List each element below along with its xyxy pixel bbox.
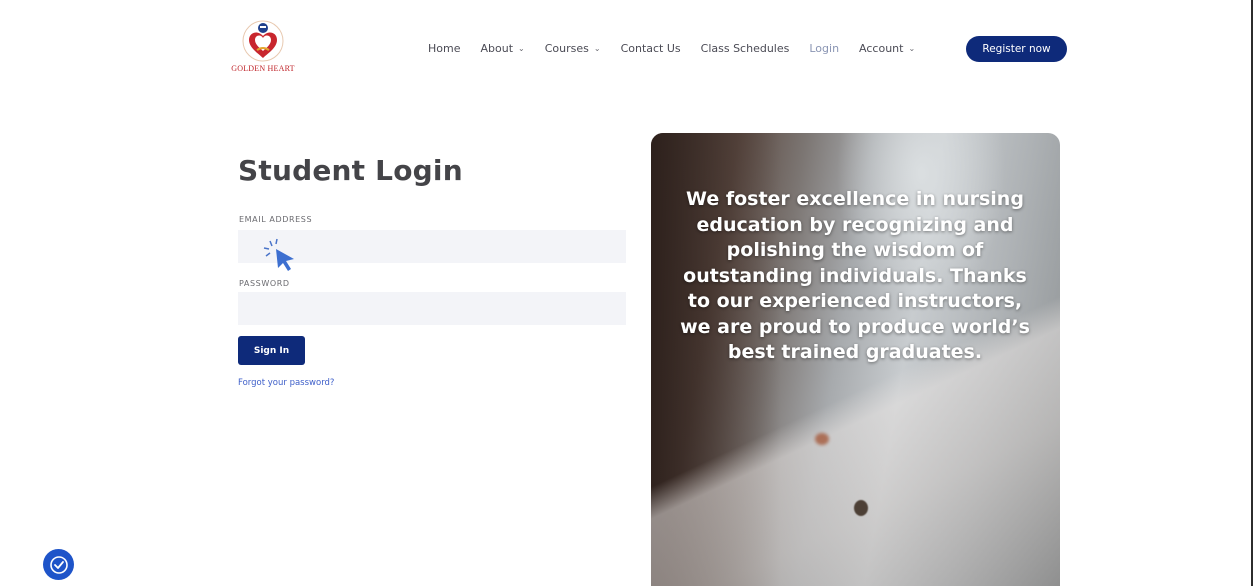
chevron-down-icon: ⌄ <box>518 43 525 53</box>
hero-mission-text: We foster excellence in nursing educatio… <box>680 188 1030 363</box>
email-label: EMAIL ADDRESS <box>239 215 313 224</box>
hero-detail <box>815 433 829 445</box>
nav-item-courses[interactable]: Courses ⌄ <box>545 42 601 55</box>
password-field[interactable] <box>238 292 626 325</box>
nav-courses-label: Courses <box>544 41 589 55</box>
sign-in-button[interactable]: Sign In <box>238 336 305 365</box>
register-now-button[interactable]: Register now <box>966 36 1067 62</box>
nav-login-label: Login <box>809 41 840 55</box>
nav-item-home[interactable]: Home <box>428 42 460 55</box>
nav-account-label: Account <box>859 41 904 55</box>
nav-item-about[interactable]: About ⌄ <box>480 42 524 55</box>
chevron-down-icon: ⌄ <box>908 43 916 53</box>
logo-text: GOLDEN HEART <box>231 64 295 73</box>
nav-item-contact[interactable]: Contact Us <box>621 42 681 55</box>
nav-item-login[interactable]: Login <box>809 42 839 55</box>
page-edge-divider <box>1251 0 1253 586</box>
page-title: Student Login <box>238 154 463 187</box>
golden-heart-logo-icon <box>242 20 284 62</box>
main-nav: Home About ⌄ Courses ⌄ Contact Us Class Sc… <box>428 34 935 62</box>
nav-item-class-schedules[interactable]: Class Schedules <box>701 42 790 55</box>
password-label: PASSWORD <box>239 279 290 288</box>
nav-item-account[interactable]: Account ⌄ <box>859 42 915 55</box>
site-logo[interactable]: GOLDEN HEART <box>220 18 306 78</box>
chevron-down-icon: ⌄ <box>593 43 601 53</box>
nav-schedules-label: Class Schedules <box>700 41 790 55</box>
accessibility-button[interactable] <box>43 549 74 580</box>
hero-image-card: We foster excellence in nursing educatio… <box>651 133 1060 586</box>
forgot-password-link[interactable]: Forgot your password? <box>238 378 334 388</box>
email-field[interactable] <box>238 230 626 263</box>
nav-about-label: About <box>480 41 514 55</box>
nav-home-label: Home <box>428 41 461 55</box>
accessibility-icon <box>49 555 68 574</box>
nav-contact-label: Contact Us <box>620 41 681 55</box>
hero-detail <box>854 500 868 516</box>
